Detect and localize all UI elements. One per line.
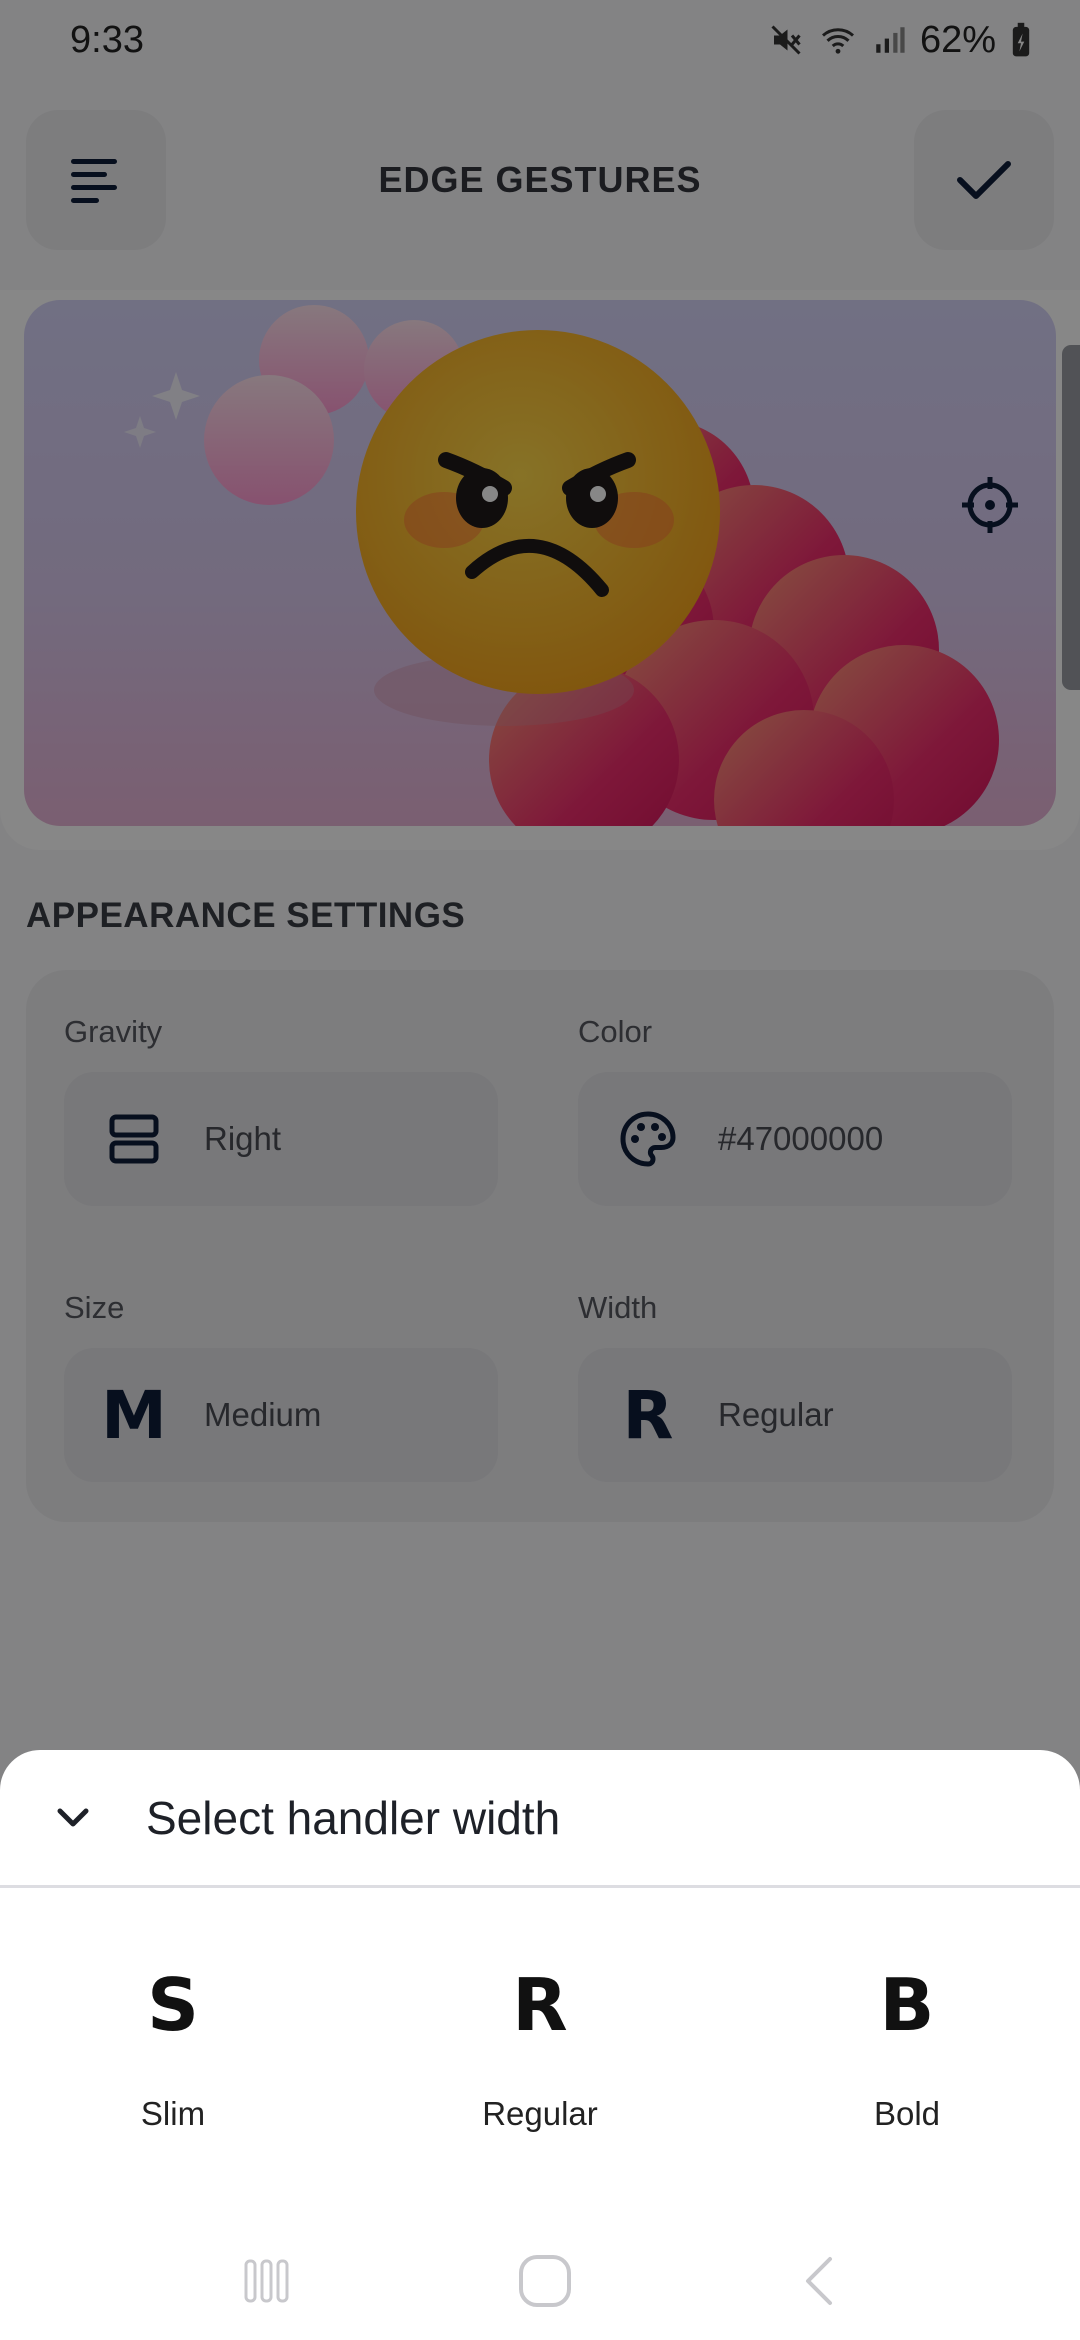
sheet-header: Select handler width — [0, 1750, 1080, 1888]
chevron-down-icon — [57, 1808, 89, 1826]
option-regular[interactable]: R Regular — [346, 1965, 734, 2185]
collapse-button[interactable] — [0, 1749, 146, 1887]
bold-letter-icon: B — [879, 1963, 935, 2047]
width-options: S Slim R Regular B Bold — [0, 1965, 1080, 2185]
option-slim[interactable]: S Slim — [0, 1965, 346, 2185]
option-label: Regular — [482, 2095, 598, 2132]
regular-letter-icon: R — [512, 1963, 568, 2047]
recent-apps-icon[interactable] — [242, 2256, 292, 2306]
sheet-title: Select handler width — [146, 1791, 561, 1844]
option-bold[interactable]: B Bold — [734, 1965, 1080, 2185]
system-nav-bar — [0, 2222, 1080, 2340]
back-icon[interactable] — [798, 2253, 838, 2309]
option-label: Slim — [140, 2095, 206, 2132]
slim-letter-icon: S — [147, 1963, 199, 2047]
option-label: Bold — [873, 2095, 941, 2132]
home-icon[interactable] — [517, 2253, 573, 2309]
